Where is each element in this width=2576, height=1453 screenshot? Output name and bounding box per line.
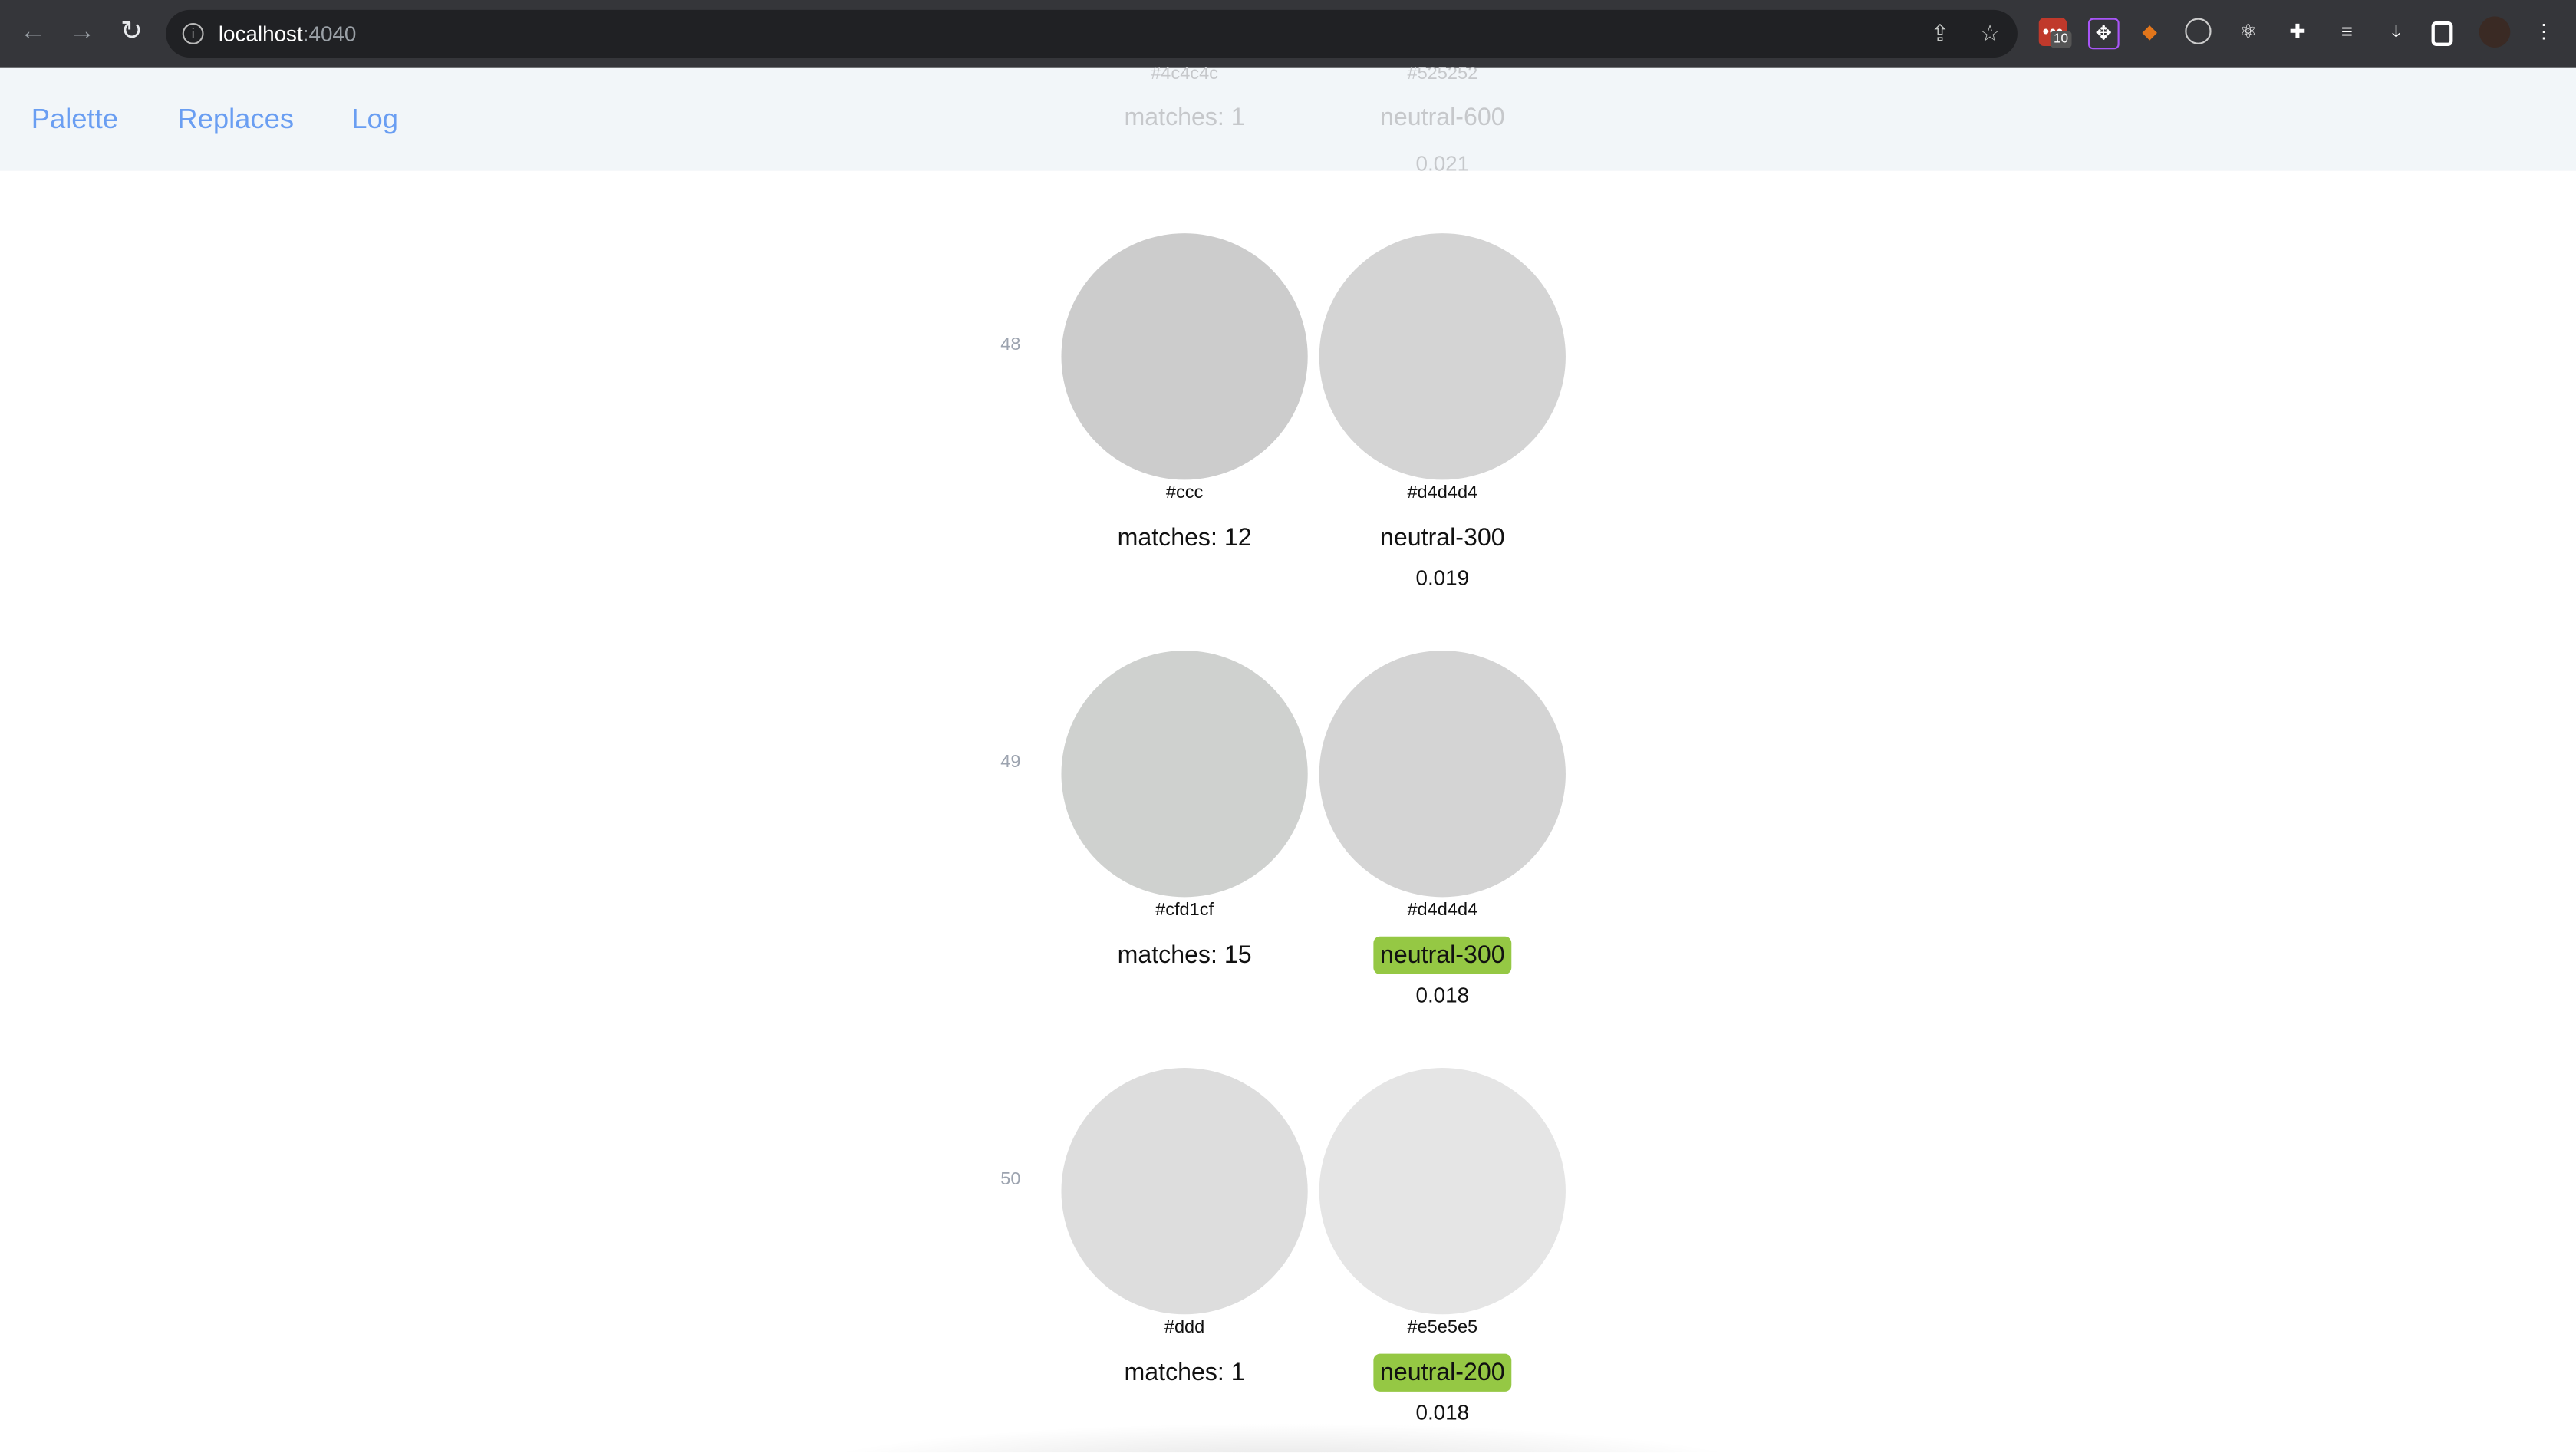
target-token-name[interactable]: neutral-300	[1373, 519, 1511, 557]
ghost-name: neutral-600	[1380, 103, 1505, 132]
extension-react-icon[interactable]: ⚛	[2235, 18, 2262, 46]
back-icon[interactable]: ←	[16, 16, 49, 49]
target-token-name[interactable]: neutral-200	[1373, 1353, 1512, 1392]
scroll-shadow	[788, 1422, 1774, 1453]
forward-icon[interactable]: →	[66, 16, 99, 49]
target-swatch	[1319, 651, 1566, 898]
app-nav-header: Palette Replaces Log	[0, 67, 2576, 171]
match-count: matches: 15	[1117, 941, 1252, 970]
extensions-puzzle-icon[interactable]: ✚	[2284, 18, 2311, 46]
source-hex: #ddd	[1164, 1317, 1205, 1338]
color-distance: 0.018	[1415, 982, 1470, 1007]
media-control-icon[interactable]: ≡	[2333, 18, 2360, 46]
url-text[interactable]: localhost:4040	[219, 21, 357, 46]
url-host: localhost	[218, 21, 303, 46]
url-port: :4040	[302, 21, 357, 46]
row-index: 48	[1000, 334, 1021, 355]
target-hex: #d4d4d4	[1407, 483, 1478, 503]
browser-toolbar: ← → ↻ i localhost:4040 ⇪ ☆ •••10 ✥ ◆ ⚛ ✚…	[0, 0, 2576, 68]
replacement-row: 49 #cfd1cf matches: 15 #d4d4d4 neutral-3…	[0, 651, 2576, 1068]
target-hex: #d4d4d4	[1407, 900, 1478, 921]
source-color: #ccc matches: 12	[1053, 233, 1316, 557]
address-bar[interactable]: i localhost:4040 ⇪ ☆	[166, 9, 2018, 58]
nav-link-palette[interactable]: Palette	[31, 104, 118, 137]
bookmark-star-icon[interactable]: ☆	[1980, 20, 2001, 48]
nav-link-replaces[interactable]: Replaces	[177, 104, 294, 137]
extension-target-icon[interactable]	[2185, 18, 2212, 44]
source-hex: #cfd1cf	[1155, 900, 1214, 921]
ghost-value: 0.021	[1415, 151, 1470, 176]
profile-avatar[interactable]	[2479, 16, 2511, 48]
reload-icon[interactable]: ↻	[115, 16, 148, 49]
row-index: 49	[1000, 752, 1021, 773]
side-panel-icon[interactable]	[2431, 21, 2453, 46]
target-color: #d4d4d4 neutral-300 0.018	[1311, 651, 1574, 1007]
menu-kebab-icon[interactable]: ⋮	[2530, 18, 2558, 46]
source-swatch	[1061, 1068, 1308, 1315]
ghost-matches: matches: 1	[1124, 103, 1245, 132]
site-info-icon[interactable]: i	[182, 22, 204, 44]
target-hex: #e5e5e5	[1407, 1317, 1478, 1338]
extension-metamask-icon[interactable]: ◆	[2136, 18, 2163, 46]
ghost-left-hex: #4c4c4c	[1151, 64, 1218, 84]
source-color: #ddd matches: 1	[1053, 1068, 1316, 1392]
target-token-name[interactable]: neutral-300	[1373, 936, 1512, 974]
replacement-row: 48 #ccc matches: 12 #d4d4d4 neutral-300 …	[0, 233, 2576, 651]
download-icon[interactable]: ⤓	[2382, 18, 2410, 46]
source-swatch	[1061, 233, 1308, 480]
share-icon[interactable]: ⇪	[1930, 20, 1949, 48]
target-swatch	[1319, 233, 1566, 480]
match-count: matches: 12	[1117, 524, 1252, 552]
color-distance: 0.018	[1415, 1399, 1470, 1425]
nav-link-log[interactable]: Log	[351, 104, 398, 137]
match-count: matches: 1	[1124, 1359, 1245, 1387]
extension-badge: 10	[2050, 31, 2072, 48]
replacement-row: 50 #ddd matches: 1 #e5e5e5 neutral-200 0…	[0, 1068, 2576, 1452]
color-distance: 0.019	[1415, 565, 1470, 590]
target-color: #d4d4d4 neutral-300 0.019	[1311, 233, 1574, 590]
extension-lastpass-icon[interactable]: •••10	[2038, 18, 2072, 48]
source-hex: #ccc	[1165, 483, 1204, 503]
source-swatch	[1061, 651, 1308, 898]
source-color: #cfd1cf matches: 15	[1053, 651, 1316, 974]
target-swatch	[1319, 1068, 1566, 1315]
ghost-right-hex: #525252	[1407, 64, 1478, 84]
target-color: #e5e5e5 neutral-200 0.018	[1311, 1068, 1574, 1425]
row-index: 50	[1000, 1169, 1021, 1190]
extension-layout-icon[interactable]: ✥	[2087, 18, 2120, 50]
